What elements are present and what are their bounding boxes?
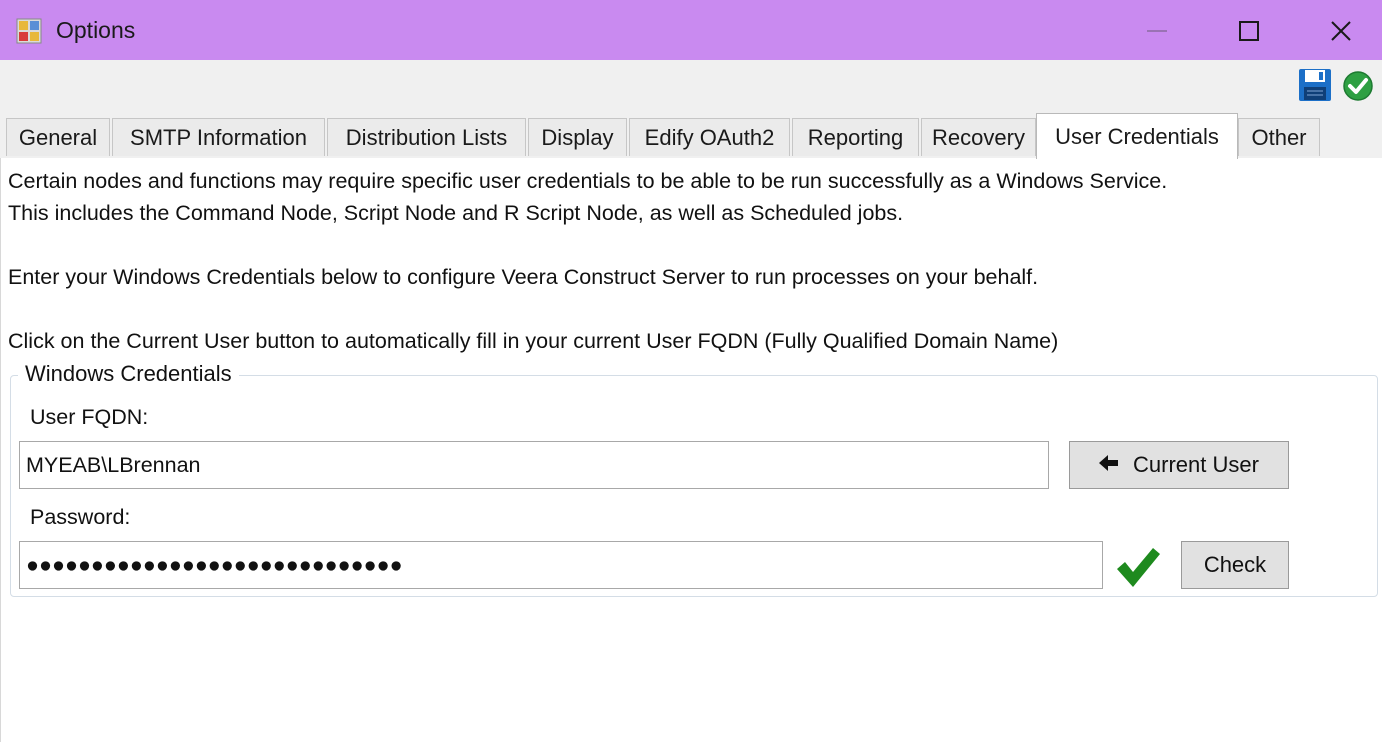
- tab-smtp-information[interactable]: SMTP Information: [112, 118, 325, 156]
- password-label: Password:: [30, 505, 131, 529]
- maximize-button[interactable]: [1202, 0, 1294, 60]
- tab-display[interactable]: Display: [528, 118, 627, 156]
- close-icon: [1331, 21, 1351, 41]
- minimize-icon: [1147, 30, 1167, 32]
- tab-distribution-lists[interactable]: Distribution Lists: [327, 118, 526, 156]
- arrow-left-icon: [1099, 452, 1119, 478]
- group-title: Windows Credentials: [18, 361, 239, 387]
- user-fqdn-input[interactable]: [19, 441, 1049, 489]
- green-check-circle-icon[interactable]: [1342, 70, 1374, 102]
- green-checkmark-icon: [1115, 545, 1161, 589]
- tab-edify-oauth2[interactable]: Edify OAuth2: [629, 118, 790, 156]
- password-input[interactable]: [19, 541, 1103, 589]
- check-button[interactable]: Check: [1181, 541, 1289, 589]
- tab-reporting[interactable]: Reporting: [792, 118, 919, 156]
- description-line-2: This includes the Command Node, Script N…: [8, 201, 904, 225]
- description-line-1: Certain nodes and functions may require …: [8, 169, 1168, 193]
- window-title: Options: [56, 17, 136, 43]
- current-user-button[interactable]: Current User: [1069, 441, 1289, 489]
- user-fqdn-label: User FQDN:: [30, 405, 149, 429]
- description-line-4: Click on the Current User button to auto…: [8, 329, 1059, 353]
- tab-user-credentials[interactable]: User Credentials: [1036, 113, 1238, 159]
- description-line-3: Enter your Windows Credentials below to …: [8, 265, 1039, 289]
- close-button[interactable]: [1294, 0, 1382, 60]
- title-bar[interactable]: Options: [0, 0, 1382, 60]
- maximize-icon: [1239, 21, 1259, 41]
- tab-recovery[interactable]: Recovery: [921, 118, 1036, 156]
- options-app-icon: [16, 18, 42, 44]
- minimize-button[interactable]: [1110, 0, 1202, 60]
- tab-other[interactable]: Other: [1238, 118, 1320, 156]
- current-user-label: Current User: [1133, 452, 1259, 477]
- tab-general[interactable]: General: [6, 118, 110, 156]
- floppy-disk-icon[interactable]: [1298, 68, 1332, 102]
